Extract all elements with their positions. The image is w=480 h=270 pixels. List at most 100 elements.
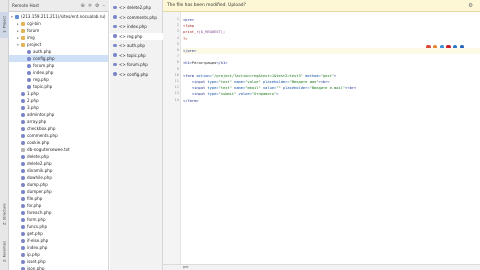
tree-file[interactable]: comments.php [9, 132, 108, 139]
tree-item-label: (213.159.211.211)/sites/ent.nocualab.ru) [21, 14, 106, 19]
tree-file[interactable]: for.php [9, 202, 108, 209]
code-token: placeholder= [262, 80, 290, 84]
code-token: "submit" [218, 92, 239, 97]
tree-file[interactable]: checkbox.php [9, 125, 108, 132]
line-number: 3 [176, 29, 179, 34]
file-tab-label: <> delete2.php [119, 5, 152, 10]
file-tab-label: <> forum.php [119, 62, 148, 67]
code-token: "email" [245, 86, 263, 91]
tree-file[interactable]: dowhile.php [9, 174, 108, 181]
tree-file[interactable]: index.php [9, 69, 108, 76]
code-token: <input [183, 92, 208, 97]
file-tab[interactable]: <> index.php [110, 23, 163, 30]
tree-file[interactable]: reg.php [9, 76, 108, 83]
tree-item-label: dump.php [27, 182, 48, 187]
tree-folder[interactable]: ▾ project [9, 41, 108, 48]
minimize-icon[interactable]: – [103, 3, 106, 9]
file-tab[interactable]: <> comments.php [110, 14, 163, 21]
code-token: type= [207, 86, 219, 91]
filter-icon[interactable]: ≑ [88, 3, 92, 9]
code-token: </pre> [183, 49, 197, 53]
tree-file[interactable]: delete.php [9, 153, 108, 160]
tree-file[interactable]: db-nogutersewee.txt [9, 146, 108, 153]
tree-folder[interactable]: ▸ forum [9, 27, 108, 34]
line-number-gutter: 1 2 3 4 5 6 7 8 9 10 11 12 13 14 [163, 12, 181, 264]
tree-file[interactable]: form.php [9, 216, 108, 223]
file-tab[interactable]: <> forum.php [110, 61, 163, 68]
php-file-icon [21, 259, 25, 264]
tree-file[interactable]: dump.php [9, 181, 108, 188]
tree-file[interactable]: config.php [9, 55, 108, 62]
code-token: ><br> [318, 80, 330, 84]
code-token: </form> [183, 98, 199, 103]
tree-item-label: form.php [27, 217, 46, 222]
tree-file[interactable]: 3.php [9, 104, 108, 111]
tree-file[interactable]: index.php [9, 244, 108, 251]
tree-file[interactable]: auth.php [9, 48, 108, 55]
php-file-icon [113, 43, 117, 48]
file-tab[interactable]: <> delete2.php [110, 4, 163, 11]
tree-file[interactable]: ip.php [9, 251, 108, 258]
tree-file[interactable]: funcs.php [9, 223, 108, 230]
code-area[interactable]: <pre> <?php print_r($_REQUEST); ?> </pre> <h1… [183, 12, 480, 264]
tool-window-tab[interactable]: Z: Structure [0, 200, 9, 228]
code-token: "Введите e-mail" [309, 86, 346, 91]
tree-folder[interactable]: ▸ img [9, 34, 108, 41]
tree-item-label: 2.php [27, 98, 39, 103]
tool-window-strip: 1: Project Z: Structure 2: Favorites [0, 0, 9, 270]
tree-item-label: index.php [33, 70, 54, 75]
file-tab[interactable]: <> auth.php [110, 42, 163, 49]
tree-file[interactable]: file.php [9, 195, 108, 202]
tree-item-label: array.php [27, 119, 47, 124]
folder-icon [21, 21, 25, 26]
file-tab[interactable]: <> config.php [110, 71, 163, 78]
folder-icon [21, 35, 25, 40]
tree-file[interactable]: topic.php [9, 83, 108, 90]
tree-file[interactable]: ▾ (213.159.211.211)/sites/ent.nocualab.ru… [9, 13, 108, 20]
php-file-icon [21, 238, 25, 243]
folder-icon [21, 28, 25, 33]
tree-file[interactable]: 2.php [9, 97, 108, 104]
tree-file[interactable]: forum.php [9, 62, 108, 69]
code-token: method= [305, 73, 321, 78]
file-tab-label: <> auth.php [119, 43, 145, 48]
code-token: > [334, 73, 337, 78]
tree-item-label: comments.php [27, 133, 58, 138]
tool-window-tab[interactable]: 2: Favorites [0, 238, 9, 266]
gear-icon[interactable]: ⚙ [468, 3, 473, 9]
tree-file[interactable]: json.php [9, 265, 108, 270]
code-token: <h1> [183, 61, 192, 66]
globe-icon[interactable]: ⊕ [81, 3, 85, 9]
tree-file[interactable]: admintor.php [9, 111, 108, 118]
upload-notification[interactable]: The file has been modified. Upload? ⚙ [163, 0, 480, 12]
tree-folder[interactable]: ▸ cgi-bin [9, 20, 108, 27]
tree-file[interactable]: 1.php [9, 90, 108, 97]
file-tab-label: <> comments.php [119, 14, 157, 20]
tree-file[interactable]: foreach.php [9, 209, 108, 216]
tree-file[interactable]: dinamik.php [9, 167, 108, 174]
tree-file[interactable]: array.php [9, 118, 108, 125]
code-token: > [276, 92, 279, 97]
php-file-icon [21, 112, 25, 117]
file-tab-label: <> reg.php [119, 33, 143, 39]
gear-icon[interactable]: ⚙ [95, 3, 99, 9]
tree-item-label: delete.php [27, 154, 49, 159]
tree-file[interactable]: cookie.php [9, 139, 108, 146]
tree-file[interactable]: isset.php [9, 258, 108, 265]
text-file-icon [21, 147, 25, 152]
code-token: <input [183, 86, 208, 91]
file-tab[interactable]: <> reg.php [110, 32, 163, 40]
tool-window-tab[interactable]: 1: Project [0, 12, 9, 38]
file-tab[interactable]: <> topic.php [110, 52, 163, 59]
php-file-icon [21, 154, 25, 159]
tree-file[interactable]: if-else.php [9, 237, 108, 244]
notification-text: The file has been modified. Upload? [167, 3, 246, 8]
code-token: ?> [183, 36, 188, 41]
tree-file[interactable]: get.php [9, 230, 108, 237]
code-token: <form [183, 73, 197, 78]
code-line: print_r($_REQUEST); [183, 29, 225, 35]
breadcrumb-tag[interactable]: pre [183, 265, 188, 269]
tree-file[interactable]: delete2.php [9, 160, 108, 167]
tree-file[interactable]: dumper.php [9, 188, 108, 195]
line-number: 5 [176, 41, 179, 46]
